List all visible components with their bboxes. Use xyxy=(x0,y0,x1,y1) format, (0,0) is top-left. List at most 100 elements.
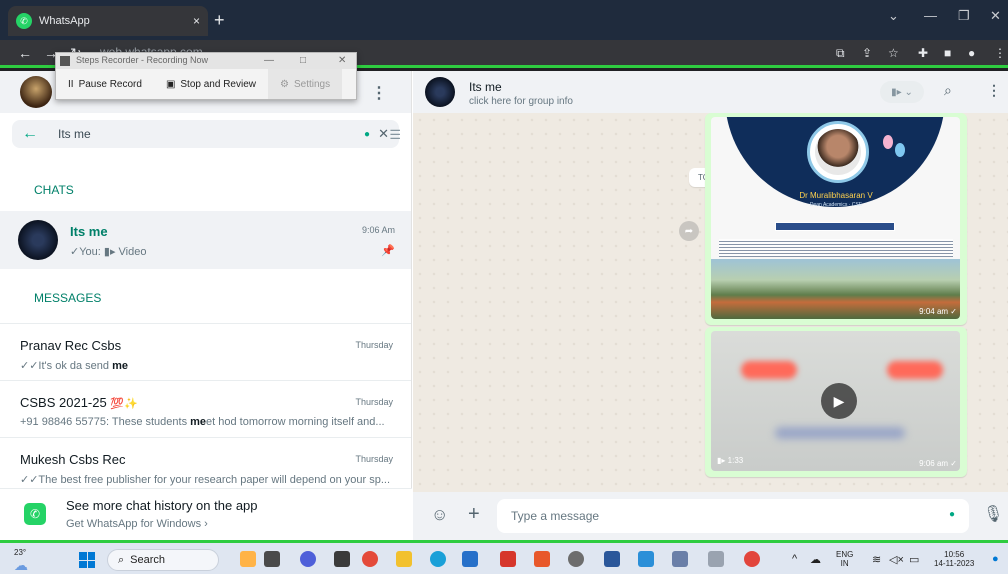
app-icon[interactable] xyxy=(708,551,724,567)
tab-list-icon[interactable]: ⌄ xyxy=(888,8,899,24)
video-thumbnail[interactable]: ▶ ▮▸ 1:33 xyxy=(711,331,960,471)
plus-icon[interactable]: + xyxy=(468,503,480,526)
stop-and-review-button[interactable]: ▣ Stop and Review xyxy=(154,69,268,99)
sidebar-menu-icon[interactable]: ⋮ xyxy=(371,83,387,103)
recorder-maximize-icon[interactable]: □ xyxy=(300,55,306,66)
clear-search-icon[interactable]: ✕ xyxy=(378,126,389,142)
store-icon[interactable] xyxy=(462,551,478,567)
restore-icon[interactable]: ❐ xyxy=(958,8,970,24)
search-bar: ← Its me ● ✕ ☰ xyxy=(0,113,411,155)
stop-and-review-label: Stop and Review xyxy=(180,78,256,90)
weather-widget[interactable]: 23° ☁ xyxy=(14,548,38,573)
vscode-icon[interactable] xyxy=(638,551,654,567)
chat-time: 9:06 Am xyxy=(361,225,395,235)
cloud-icon[interactable]: ☁ xyxy=(810,553,821,566)
conversation-header[interactable]: Its me click here for group info ▮▸ ⌄ ⌕ … xyxy=(413,71,1008,113)
share-icon[interactable]: ⇪ xyxy=(862,46,872,60)
video-message[interactable]: ▶ ▮▸ 1:33 9:06 am ✓ xyxy=(705,327,967,477)
chat-avatar xyxy=(18,220,58,260)
conversation-avatar[interactable] xyxy=(425,77,455,107)
pause-record-button[interactable]: II Pause Record xyxy=(56,69,154,99)
browser-menu-icon[interactable]: ⋮ xyxy=(994,46,1006,60)
chat-item-its-me[interactable]: Its me ✓You: ▮▸ Video 9:06 Am 📌 xyxy=(0,211,411,269)
word-icon[interactable] xyxy=(604,551,620,567)
message-time: Thursday xyxy=(355,454,393,464)
message-composer: ☺ + ● 🎙 xyxy=(413,492,1008,540)
minimize-icon[interactable]: — xyxy=(924,8,937,23)
firefox-icon[interactable] xyxy=(362,551,378,567)
chat-icon[interactable] xyxy=(300,551,316,567)
message-preview: ✓✓The best free publisher for your resea… xyxy=(20,474,391,486)
image-time: 9:04 am ✓ xyxy=(919,307,957,316)
search-input[interactable]: Its me xyxy=(58,127,91,141)
recorder-title-bar[interactable]: Steps Recorder - Recording Now — □ ✕ xyxy=(56,53,356,69)
back-arrow-icon[interactable]: ← xyxy=(18,45,32,61)
volume-icon[interactable]: ◁× xyxy=(889,553,904,566)
search-icon: ⌕ xyxy=(118,553,125,566)
profile-avatar-icon[interactable]: ● xyxy=(968,46,975,60)
recorder-app-icon xyxy=(60,56,70,66)
shield-icon[interactable] xyxy=(500,551,516,567)
sidebar-panel-icon[interactable]: ■ xyxy=(944,46,951,60)
message-result-item[interactable]: CSBS 2021-25 💯✨ Thursday +91 98846 55775… xyxy=(0,381,411,438)
chrome-icon[interactable] xyxy=(744,551,760,567)
filter-icon[interactable]: ☰ xyxy=(389,127,401,143)
image-message[interactable]: Dr Muralibhasaran V Dean Academics · CSE… xyxy=(705,113,967,325)
wifi-icon[interactable]: ≋ xyxy=(872,553,881,566)
browser-tab-whatsapp[interactable]: ✆ WhatsApp × xyxy=(8,6,208,36)
new-tab-button[interactable]: + xyxy=(214,10,225,31)
recorder-settings-label: Settings xyxy=(293,78,331,90)
bookmark-star-icon[interactable]: ☆ xyxy=(888,46,899,60)
task-view-icon[interactable] xyxy=(264,551,280,567)
clock[interactable]: 10:56 14-11-2023 xyxy=(934,550,974,568)
recorder-minimize-icon[interactable]: — xyxy=(264,55,274,66)
tray-chevron-icon[interactable]: ^ xyxy=(792,553,797,565)
settings-gear-icon[interactable] xyxy=(568,551,584,567)
emoji-icon[interactable]: ☺ xyxy=(431,505,448,525)
widgets-icon[interactable] xyxy=(240,551,256,567)
edge-icon[interactable] xyxy=(430,551,446,567)
taskbar-search-label: Search xyxy=(130,554,166,566)
my-profile-avatar[interactable] xyxy=(20,76,52,108)
recorder-close-icon[interactable]: ✕ xyxy=(338,55,346,66)
get-app-banner[interactable]: ✆ See more chat history on the app Get W… xyxy=(0,488,412,540)
taskbar-search[interactable]: ⌕ Search xyxy=(107,549,219,571)
language-indicator[interactable]: ENG IN xyxy=(836,550,853,568)
mic-icon[interactable]: 🎙 xyxy=(983,504,1003,524)
recorder-settings-button[interactable]: ⚙ Settings xyxy=(268,69,343,99)
menu-dots-icon[interactable]: ⋮ xyxy=(987,82,1001,99)
chats-section-label: CHATS xyxy=(34,183,74,197)
tab-close-icon[interactable]: × xyxy=(193,14,200,28)
close-window-icon[interactable]: ✕ xyxy=(990,8,1001,24)
whatsapp-icon: ✆ xyxy=(16,13,32,29)
video-icon: ▮▸ ⌄ xyxy=(891,86,913,98)
message-preview: +91 98846 55775: These students meet hod… xyxy=(20,416,385,428)
play-icon[interactable]: ▶ xyxy=(821,383,857,419)
forward-icon[interactable]: ➦ xyxy=(679,221,699,241)
search-icon[interactable]: ⌕ xyxy=(944,82,952,99)
file-explorer-icon[interactable] xyxy=(396,551,412,567)
promo-link[interactable]: Get WhatsApp for Windows › xyxy=(66,518,208,530)
message-input[interactable] xyxy=(497,499,969,533)
group-emoji: 💯✨ xyxy=(110,398,138,410)
messages-section-label: MESSAGES xyxy=(0,269,411,324)
search-back-arrow-icon[interactable]: ← xyxy=(22,125,38,143)
install-app-icon[interactable]: ⧉ xyxy=(836,46,845,61)
message-result-item[interactable]: Pranav Rec Csbs Thursday ✓✓It's ok da se… xyxy=(0,324,411,381)
app-icon[interactable] xyxy=(672,551,688,567)
battery-icon[interactable]: ▭ xyxy=(909,553,919,566)
search-box[interactable]: ← Its me ● ✕ xyxy=(12,120,399,148)
poster-image[interactable]: Dr Muralibhasaran V Dean Academics · CSE xyxy=(711,117,960,319)
message-result-item[interactable]: Mukesh Csbs Rec Thursday ✓✓The best free… xyxy=(0,438,411,495)
app-icon[interactable] xyxy=(334,551,350,567)
portrait-photo xyxy=(815,129,861,175)
chat-preview: ✓You: ▮▸ Video xyxy=(70,246,147,258)
start-icon[interactable] xyxy=(79,552,95,568)
brave-icon[interactable] xyxy=(534,551,550,567)
extensions-icon[interactable]: ✚ xyxy=(918,46,928,60)
notification-bell-icon[interactable]: ● xyxy=(992,553,999,565)
video-call-button[interactable]: ▮▸ ⌄ xyxy=(880,81,924,103)
conversation-panel: Its me click here for group info ▮▸ ⌄ ⌕ … xyxy=(413,71,1008,540)
clock-time: 10:56 xyxy=(944,550,965,559)
pause-record-label: Pause Record xyxy=(78,78,142,90)
